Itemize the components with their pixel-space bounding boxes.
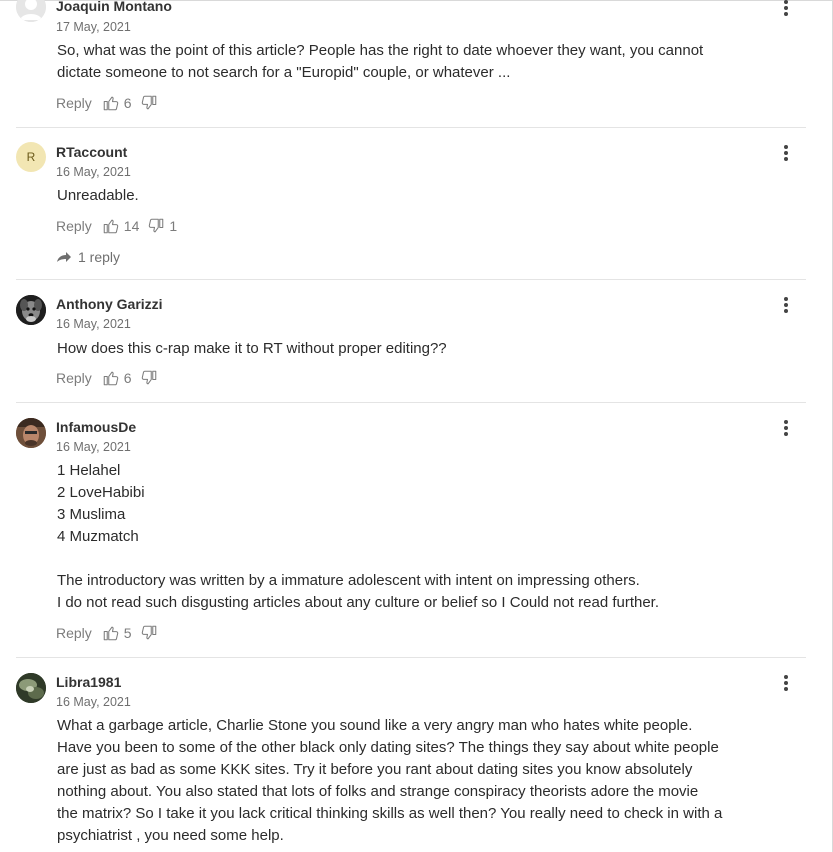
like-count: 14: [123, 218, 140, 234]
comment-line: the matrix? So I take it you lack critic…: [57, 805, 723, 822]
avatar[interactable]: [16, 673, 46, 703]
dislike-button[interactable]: 1: [147, 217, 177, 235]
more-options-icon[interactable]: [782, 420, 790, 436]
comment-author[interactable]: RTaccount: [56, 144, 127, 160]
comment-line: dictate someone to not search for a "Eur…: [57, 64, 511, 81]
divider: [16, 279, 806, 280]
comment-author[interactable]: InfamousDe: [56, 419, 136, 435]
comment-date: 16 May, 2021: [56, 165, 131, 179]
landscape-avatar-icon: [16, 673, 46, 703]
more-options-icon[interactable]: [782, 675, 790, 691]
comment-body: What a garbage article, Charlie Stone yo…: [57, 715, 787, 847]
replies-count-label: 1 reply: [78, 249, 121, 265]
like-count: 6: [123, 95, 132, 111]
comment-line: 2 LoveHabibi: [57, 484, 145, 501]
like-button[interactable]: 5: [102, 624, 132, 642]
comment-line: How does this c-rap make it to RT withou…: [57, 340, 447, 357]
dog-avatar-icon: [16, 295, 46, 325]
reply-arrow-icon: [57, 252, 71, 262]
reply-button[interactable]: Reply: [56, 370, 92, 386]
more-options-icon[interactable]: [782, 297, 790, 313]
comment-date: 16 May, 2021: [56, 440, 131, 454]
dislike-button[interactable]: [140, 369, 162, 387]
comment-body: So, what was the point of this article? …: [57, 40, 787, 84]
comment-author[interactable]: Libra1981: [56, 674, 121, 690]
dislike-button[interactable]: [140, 94, 162, 112]
like-button[interactable]: 6: [102, 94, 132, 112]
comment-date: 16 May, 2021: [56, 317, 131, 331]
view-replies-link[interactable]: 1 reply: [56, 249, 120, 265]
comment-line: 4 Muzmatch: [57, 528, 139, 545]
like-button[interactable]: 6: [102, 369, 132, 387]
person-avatar-icon: [16, 418, 46, 448]
comment-actions: Reply 5: [56, 623, 170, 643]
comment-date: 17 May, 2021: [56, 20, 131, 34]
dislike-count: 1: [169, 218, 178, 234]
thumbs-up-icon: [103, 96, 119, 111]
user-placeholder-icon: [16, 0, 46, 22]
comment-line: are just as bad as some KKK sites. Try i…: [57, 761, 693, 778]
comment-body: How does this c-rap make it to RT withou…: [57, 338, 787, 360]
comment-body: 1 Helahel 2 LoveHabibi 3 Muslima 4 Muzma…: [57, 460, 787, 614]
comment-actions: Reply 14 1: [56, 216, 185, 236]
divider: [16, 657, 806, 658]
reply-button[interactable]: Reply: [56, 95, 92, 111]
comment-actions: Reply 6: [56, 93, 170, 113]
reply-button[interactable]: Reply: [56, 218, 92, 234]
comment-line: What a garbage article, Charlie Stone yo…: [57, 717, 693, 734]
thumbs-down-icon: [141, 370, 156, 385]
comment-line-gap: [57, 548, 787, 570]
thumbs-down-icon: [141, 95, 156, 110]
like-count: 6: [123, 370, 132, 386]
comment-actions: Reply 6: [56, 368, 170, 388]
comment-line: psychiatrist , you need some help.: [57, 827, 284, 844]
dislike-button[interactable]: [140, 624, 162, 642]
comment-line: I do not read such disgusting articles a…: [57, 594, 660, 611]
avatar[interactable]: [16, 418, 46, 448]
divider: [16, 127, 806, 128]
comment-line: 3 Muslima: [57, 506, 126, 523]
avatar[interactable]: R: [16, 142, 46, 172]
comment-line: The introductory was written by a immatu…: [57, 572, 640, 589]
avatar[interactable]: [16, 0, 46, 22]
comment-date: 16 May, 2021: [56, 695, 131, 709]
comment-line: So, what was the point of this article? …: [57, 42, 704, 59]
thumbs-up-icon: [103, 626, 119, 641]
comment-body: Unreadable.: [57, 185, 787, 207]
avatar[interactable]: [16, 295, 46, 325]
comment-author[interactable]: Anthony Garizzi: [56, 296, 163, 312]
comment-author[interactable]: Joaquin Montano: [56, 0, 172, 14]
thumbs-up-icon: [103, 371, 119, 386]
divider: [16, 402, 806, 403]
comment-line: 1 Helahel: [57, 462, 121, 479]
comment-line: Have you been to some of the other black…: [57, 739, 719, 756]
like-count: 5: [123, 625, 132, 641]
more-options-icon[interactable]: [782, 145, 790, 161]
comment-line: nothing about. You also stated that lots…: [57, 783, 699, 800]
thumbs-down-icon: [141, 625, 156, 640]
like-button[interactable]: 14: [102, 217, 140, 235]
thumbs-up-icon: [103, 219, 119, 234]
comment-line: Unreadable.: [57, 187, 139, 204]
reply-button[interactable]: Reply: [56, 625, 92, 641]
thumbs-down-icon: [149, 218, 164, 233]
more-options-icon[interactable]: [782, 0, 790, 16]
